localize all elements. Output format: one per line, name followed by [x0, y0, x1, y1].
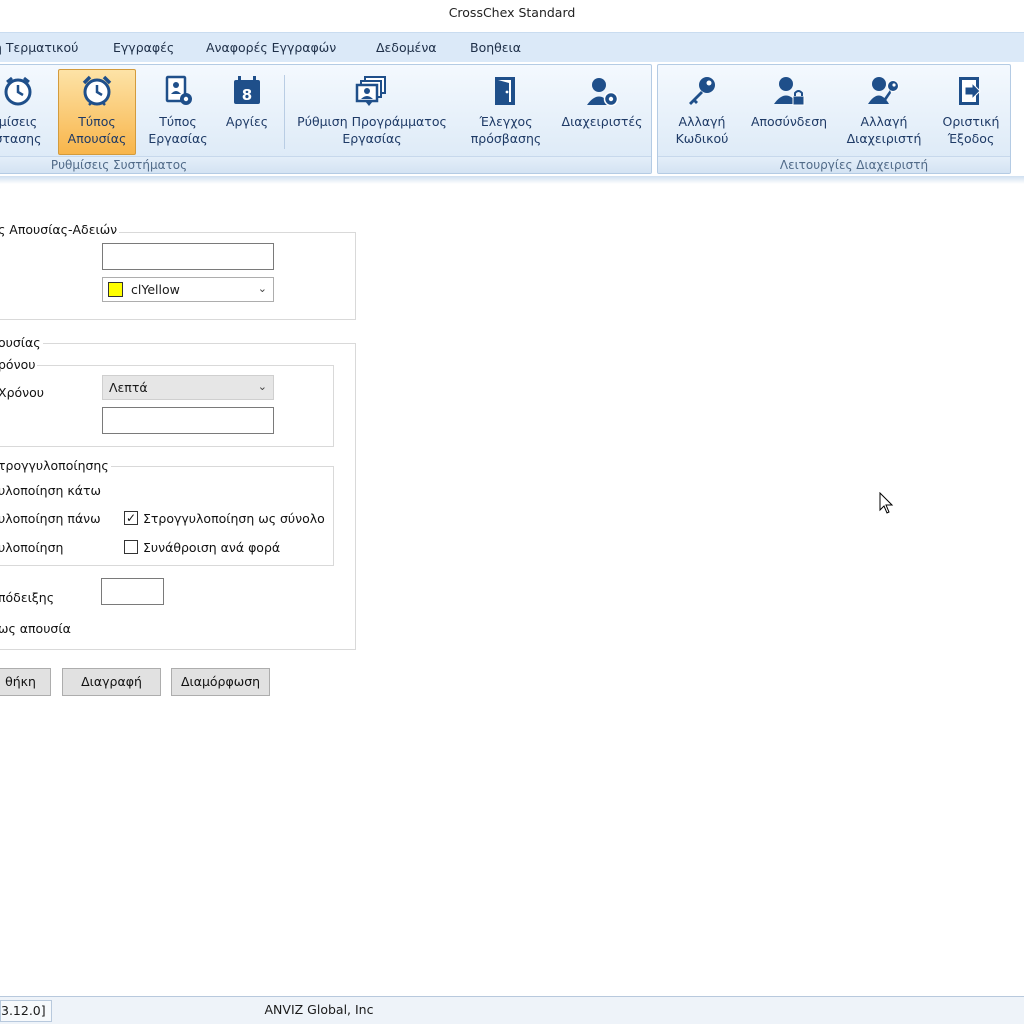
- ribbon-group-system-settings: μίσειςστασης ΤύποςΑπουσίας ΤύποςΕργασίας: [0, 64, 652, 174]
- alarm-clock-icon: [82, 75, 112, 106]
- time-value-input[interactable]: [102, 407, 274, 434]
- sum-per-time-checkbox[interactable]: [124, 540, 138, 554]
- user-lock-icon: [774, 77, 805, 106]
- absence-settings-title: ουσίας: [0, 335, 43, 350]
- admin-gear-icon: [587, 78, 619, 107]
- ribbon-button-exit[interactable]: Οριστική Έξοδος: [936, 69, 1006, 155]
- menu-terminal[interactable]: η Τερματικού: [0, 40, 78, 55]
- round-total-checkbox[interactable]: ✓: [124, 511, 138, 525]
- ribbon-button-holidays[interactable]: 8 Αργίες: [217, 69, 277, 155]
- ribbon-button-work-schedule[interactable]: Ρύθμιση Προγράμματος Εργασίας: [291, 69, 453, 155]
- time-value-label: :: [0, 415, 1, 430]
- calendar-icon: 8: [234, 76, 260, 104]
- door-icon: [495, 77, 515, 105]
- menu-records[interactable]: Εγγραφές: [113, 40, 174, 55]
- user-key-icon: [868, 77, 899, 104]
- ribbon-button-absence-type[interactable]: Τύπος Απουσίας: [58, 69, 136, 155]
- absence-name-input[interactable]: [102, 243, 274, 270]
- chevron-down-icon: ⌄: [257, 380, 267, 393]
- time-unit-label: Χρόνου: [0, 385, 45, 400]
- sum-per-time-label: Συνάθροιση ανά φορά: [143, 540, 281, 555]
- ribbon-group-caption-admin-functions: Λειτουργίες Διαχειριστή: [658, 156, 1010, 173]
- menu-data[interactable]: Δεδομένα: [376, 40, 437, 55]
- ribbon: μίσειςστασης ΤύποςΑπουσίας ΤύποςΕργασίας: [0, 62, 1024, 178]
- svg-text:8: 8: [242, 86, 252, 104]
- ribbon-button-change-administrator[interactable]: Αλλαγή Διαχειριστή: [840, 69, 928, 155]
- ribbon-button-work-type[interactable]: Τύπος Εργασίας: [142, 69, 214, 155]
- worker-settings-icon: [165, 75, 192, 105]
- rounding-group-title: τρογγυλοποίησης: [0, 458, 111, 473]
- color-swatch: [108, 282, 123, 297]
- menu-record-reports[interactable]: Αναφορές Εγγραφών: [206, 40, 336, 55]
- exit-icon: [959, 77, 981, 105]
- schedule-icon: [355, 76, 386, 106]
- symbol-input[interactable]: [101, 578, 164, 605]
- absence-leave-type-title: ς Απουσίας-Αδειών: [0, 222, 120, 237]
- clock-icon: [4, 76, 32, 106]
- ribbon-button-logout[interactable]: Αποσύνδεση: [744, 69, 834, 155]
- round-total-label: Στρογγυλοποίηση ως σύνολο: [143, 511, 325, 526]
- status-company: ANVIZ Global, Inc: [264, 1002, 374, 1017]
- ribbon-button-administrators[interactable]: Διαχειριστές: [557, 69, 647, 155]
- status-version: 3.12.0]: [0, 1000, 52, 1022]
- ribbon-separator: [284, 75, 285, 149]
- window-title: CrossChex Standard: [448, 5, 576, 20]
- round-nearest-option[interactable]: υλοποίηση: [0, 540, 63, 555]
- window-title-bar: CrossChex Standard: [0, 0, 1024, 30]
- count-as-absence-label[interactable]: ως απουσία: [0, 621, 71, 636]
- ribbon-divider: [0, 176, 1024, 184]
- color-select-value: clYellow: [131, 282, 180, 297]
- symbol-label: πόδειξης: [0, 590, 55, 605]
- chevron-down-icon: ⌄: [257, 282, 267, 295]
- menu-bar: η Τερματικού Εγγραφές Αναφορές Εγγραφών …: [0, 32, 1024, 62]
- add-button[interactable]: θήκη: [0, 668, 51, 696]
- menu-help[interactable]: Βοηθεια: [470, 40, 521, 55]
- ribbon-group-caption-system-settings: Ρυθμίσεις Συστήματος: [0, 156, 651, 173]
- status-bar: 3.12.0] ANVIZ Global, Inc: [0, 996, 1024, 1024]
- modify-button[interactable]: Διαμόρφωση: [171, 668, 270, 696]
- ribbon-button-attendance-settings[interactable]: μίσειςστασης: [0, 69, 53, 155]
- round-down-option[interactable]: υλοποίηση κάτω: [0, 483, 101, 498]
- color-select[interactable]: clYellow ⌄: [102, 277, 274, 302]
- key-icon: [689, 77, 715, 105]
- ribbon-button-change-password[interactable]: Αλλαγή Κωδικού: [664, 69, 740, 155]
- round-up-option[interactable]: υλοποίηση πάνω: [0, 511, 101, 526]
- ribbon-button-access-control[interactable]: Έλεγχος πρόσβασης: [465, 69, 547, 155]
- time-unit-select[interactable]: Λεπτά ⌄: [102, 375, 274, 400]
- time-group-title: ρόνου: [0, 357, 38, 372]
- delete-button[interactable]: Διαγραφή: [62, 668, 161, 696]
- mouse-cursor-icon: [879, 492, 894, 514]
- time-unit-value: Λεπτά: [109, 380, 148, 395]
- ribbon-group-admin-functions: Αλλαγή Κωδικού Αποσύνδεση Αλλαγή Διαχειρισ…: [657, 64, 1011, 174]
